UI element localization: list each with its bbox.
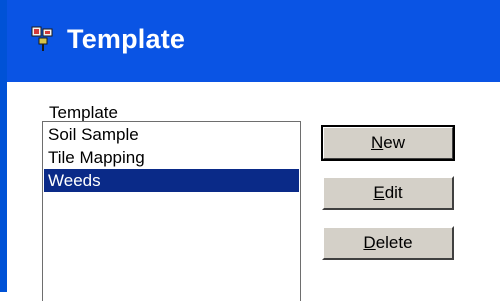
edit-button-label: dit [384,183,403,202]
edit-button-mnemonic: E [373,183,385,202]
new-button[interactable]: New [321,125,455,161]
new-button-mnemonic: N [370,133,384,152]
delete-button-label: elete [375,233,413,252]
new-button-label: ew [383,133,405,152]
template-listbox[interactable]: Soil Sample Tile Mapping Weeds [42,121,301,301]
window-left-border [0,0,7,292]
delete-button[interactable]: Delete [322,226,454,260]
list-item-soil-sample[interactable]: Soil Sample [44,123,299,146]
template-list-label: Template [49,103,118,122]
delete-button-mnemonic: D [363,233,376,252]
edit-button[interactable]: Edit [322,176,454,210]
app-template-icon [31,26,53,51]
list-item-weeds[interactable]: Weeds [44,169,299,192]
list-item-tile-mapping[interactable]: Tile Mapping [44,146,299,169]
window-title: Template [67,24,186,54]
title-bar: Template [7,0,500,82]
